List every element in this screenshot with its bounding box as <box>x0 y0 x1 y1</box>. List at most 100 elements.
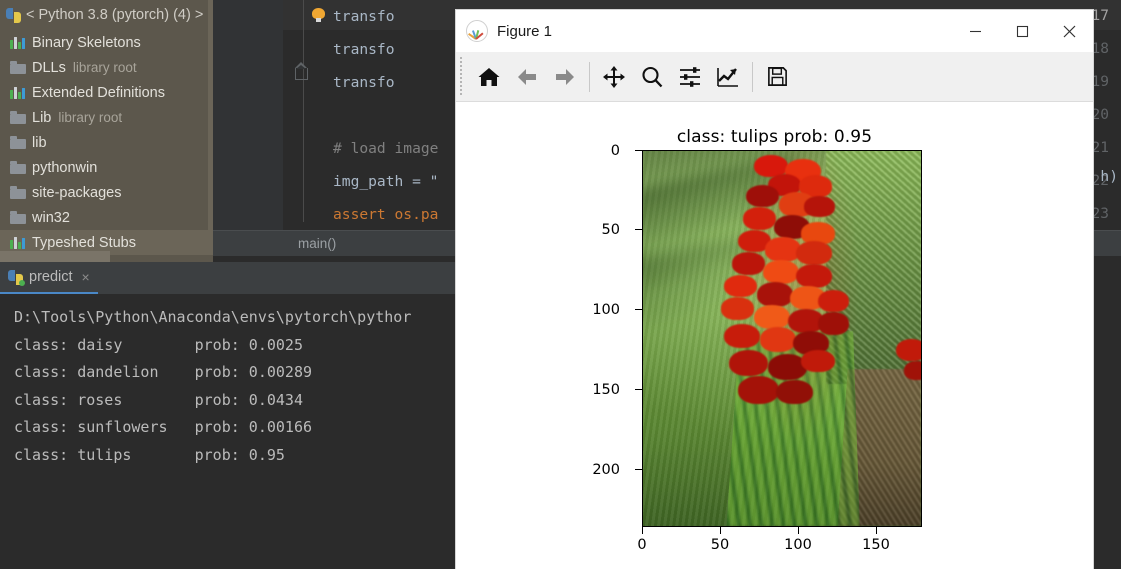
image-axes[interactable] <box>642 150 922 527</box>
sidebar-item-label: Binary Skeletons <box>32 34 141 51</box>
sidebar-item-label: Extended Definitions <box>32 84 165 101</box>
tulip-photograph <box>643 151 921 526</box>
y-tick-mark <box>635 150 642 152</box>
y-tick-mark <box>635 229 642 231</box>
sidebar-item-extended-definitions[interactable]: Extended Definitions <box>0 80 213 105</box>
bars-icon <box>10 86 26 99</box>
tab-label: predict <box>29 269 73 285</box>
home-icon[interactable] <box>470 57 508 97</box>
line-number: 17 <box>1091 8 1109 24</box>
save-icon[interactable] <box>758 57 796 97</box>
console-line: class: roses prob: 0.0434 <box>14 390 303 409</box>
y-tick-mark <box>635 389 642 391</box>
code-line: transfo <box>333 74 395 91</box>
sidebar-scrollbar[interactable] <box>208 0 213 232</box>
folder-icon <box>10 211 26 224</box>
sidebar-item-label: DLLs <box>32 59 66 76</box>
back-arrow-icon[interactable] <box>508 57 546 97</box>
sidebar-item-pythonwin[interactable]: pythonwin <box>0 155 213 180</box>
subplot-config-icon[interactable] <box>671 57 709 97</box>
folder-icon <box>10 111 26 124</box>
editor-gutter[interactable] <box>213 0 283 240</box>
forward-arrow-icon[interactable] <box>546 57 584 97</box>
sidebar-item-label: Typeshed Stubs <box>32 234 136 251</box>
python-icon <box>6 7 21 23</box>
line-number: 23 <box>1091 206 1109 222</box>
breadcrumb-label: main() <box>298 236 337 251</box>
y-tick-label: 50 <box>601 222 620 238</box>
y-tick-label: 200 <box>592 462 620 478</box>
sidebar-item-label: win32 <box>32 209 70 226</box>
sidebar-item-sublabel: library root <box>58 110 123 125</box>
maximize-button[interactable] <box>999 10 1046 52</box>
indent-guide <box>303 0 304 222</box>
console-line: class: daisy prob: 0.0025 <box>14 335 303 354</box>
figure-title-group: Figure 1 <box>456 20 952 42</box>
sidebar-item-dlls[interactable]: DLLs library root <box>0 55 213 80</box>
x-tick-mark <box>720 527 722 534</box>
sidebar-item-label: pythonwin <box>32 159 98 176</box>
x-tick-label: 150 <box>862 537 890 553</box>
sidebar-item-site-packages[interactable]: site-packages <box>0 180 213 205</box>
code-line: assert os.pa <box>333 206 439 223</box>
code-fold-marker-icon[interactable] <box>294 62 308 80</box>
y-tick-mark <box>635 309 642 311</box>
toolbar-grip[interactable] <box>458 56 466 97</box>
folder-icon <box>10 136 26 149</box>
code-line: transfo <box>333 41 395 58</box>
console-line: class: tulips prob: 0.95 <box>14 445 285 464</box>
sidebar-item-sublabel: library root <box>72 60 137 75</box>
zoom-icon[interactable] <box>633 57 671 97</box>
edit-curves-icon[interactable] <box>709 57 747 97</box>
run-console-panel: predict × D:\Tools\Python\Anaconda\envs\… <box>0 262 456 569</box>
console-line: D:\Tools\Python\Anaconda\envs\pytorch\py… <box>14 308 412 326</box>
folder-icon <box>10 186 26 199</box>
pan-icon[interactable] <box>595 57 633 97</box>
line-number: 20 <box>1091 107 1109 123</box>
console-tabbar: predict × <box>0 262 456 294</box>
figure-titlebar[interactable]: Figure 1 <box>456 10 1093 52</box>
x-tick-label: 0 <box>637 537 647 553</box>
x-tick-mark <box>798 527 800 534</box>
sidebar-item-lib-root[interactable]: Lib library root <box>0 105 213 130</box>
sidebar-item-lib[interactable]: lib <box>0 130 213 155</box>
toolbar-separator <box>589 61 590 92</box>
x-tick-label: 100 <box>784 537 812 553</box>
console-output[interactable]: D:\Tools\Python\Anaconda\envs\pytorch\py… <box>0 294 456 569</box>
interpreter-selector[interactable]: < Python 3.8 (pytorch) (4) > <box>0 0 213 30</box>
line-number: 18 <box>1091 41 1109 57</box>
code-fragment-right: h) <box>1100 168 1118 185</box>
folder-icon <box>10 161 26 174</box>
line-number: 19 <box>1091 74 1109 90</box>
figure-canvas[interactable]: class: tulips prob: 0.95 0 50 100 150 20… <box>456 102 1093 569</box>
sidebar-item-label: Lib <box>32 109 52 126</box>
screen-root: 17 18 19 20 21 22 23 24 transfo transfo … <box>0 0 1121 569</box>
intention-bulb-icon[interactable] <box>312 8 325 22</box>
x-tick-mark <box>642 527 644 534</box>
python-run-icon <box>8 269 25 286</box>
sidebar-partial-row <box>0 250 213 262</box>
tab-predict[interactable]: predict × <box>0 262 98 294</box>
x-tick-mark <box>876 527 878 534</box>
line-number: 21 <box>1091 140 1109 156</box>
console-line: class: sunflowers prob: 0.00166 <box>14 418 313 436</box>
x-tick-label: 50 <box>710 537 730 553</box>
close-button[interactable] <box>1046 10 1093 52</box>
y-tick-label: 0 <box>610 143 620 159</box>
minimize-button[interactable] <box>952 10 999 52</box>
window-controls <box>952 10 1093 52</box>
y-tick-label: 100 <box>592 302 620 318</box>
bars-icon <box>10 236 26 249</box>
sidebar-selection-bar <box>0 251 110 262</box>
project-sidebar[interactable]: < Python 3.8 (pytorch) (4) > Binary Skel… <box>0 0 213 262</box>
close-icon[interactable]: × <box>82 270 90 284</box>
y-tick-label: 150 <box>592 382 620 398</box>
sidebar-item-win32[interactable]: win32 <box>0 205 213 230</box>
console-gutter <box>0 294 5 569</box>
figure-window[interactable]: Figure 1 class: tulips prob: 0.95 0 50 1… <box>456 10 1093 569</box>
figure-toolbar[interactable] <box>456 52 1093 102</box>
console-line: class: dandelion prob: 0.00289 <box>14 363 313 381</box>
sidebar-item-binary-skeletons[interactable]: Binary Skeletons <box>0 30 213 55</box>
sidebar-item-label: site-packages <box>32 184 122 201</box>
y-tick-mark <box>635 469 642 471</box>
